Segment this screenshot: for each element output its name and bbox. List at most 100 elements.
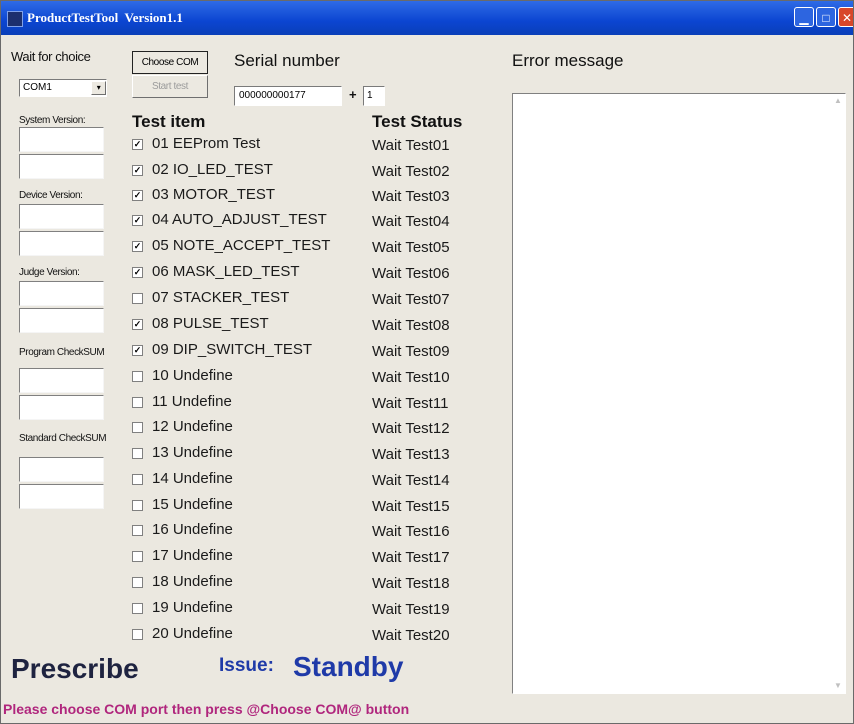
test-status: Wait Test13: [372, 446, 450, 463]
chevron-down-icon[interactable]: ▾: [91, 81, 106, 95]
program-checksum-label: Program CheckSUM: [19, 347, 105, 358]
test-name: 10 Undefine: [152, 367, 233, 384]
choose-com-button[interactable]: Choose COM: [132, 51, 208, 74]
device-version-field-2[interactable]: [19, 231, 104, 256]
standard-checksum-field-1[interactable]: [19, 457, 104, 482]
test-checkbox[interactable]: ✓: [132, 190, 143, 201]
scrollbar[interactable]: ▲ ▼: [833, 96, 843, 691]
system-version-field-2[interactable]: [19, 154, 104, 179]
test-row: 16 Undefine Wait Test16: [132, 521, 492, 543]
wait-for-choice-label: Wait for choice: [11, 49, 91, 64]
test-checkbox[interactable]: [132, 474, 143, 485]
test-row: ✓ 02 IO_LED_TEST Wait Test02: [132, 161, 492, 183]
test-checkbox[interactable]: [132, 371, 143, 382]
system-version-label: System Version:: [19, 115, 86, 126]
test-checkbox[interactable]: [132, 551, 143, 562]
test-name: 01 EEProm Test: [152, 135, 261, 152]
status-message: Please choose COM port then press @Choos…: [3, 701, 410, 717]
app-window: ProductTestTool Version1.1 ▁ □ ✕ Wait fo…: [0, 0, 854, 724]
title-bar[interactable]: ProductTestTool Version1.1 ▁ □ ✕: [1, 1, 853, 35]
test-name: 19 Undefine: [152, 599, 233, 616]
test-status: Wait Test19: [372, 601, 450, 618]
test-checkbox[interactable]: ✓: [132, 215, 143, 226]
test-checkbox[interactable]: ✓: [132, 319, 143, 330]
test-row: 10 Undefine Wait Test10: [132, 367, 492, 389]
plus-sign: +: [349, 87, 357, 102]
test-checkbox[interactable]: [132, 422, 143, 433]
test-checkbox[interactable]: ✓: [132, 165, 143, 176]
test-row: 15 Undefine Wait Test15: [132, 496, 492, 518]
test-status: Wait Test17: [372, 549, 450, 566]
test-checkbox[interactable]: [132, 629, 143, 640]
program-checksum-field-2[interactable]: [19, 395, 104, 420]
minimize-icon[interactable]: ▁: [794, 7, 814, 27]
com-port-select[interactable]: COM1 ▾: [19, 79, 107, 97]
test-status: Wait Test16: [372, 523, 450, 540]
test-name: 20 Undefine: [152, 625, 233, 642]
issue-label: Issue:: [219, 655, 274, 676]
serial-increment-input[interactable]: 1: [363, 86, 385, 106]
maximize-icon[interactable]: □: [816, 7, 836, 27]
test-status: Wait Test02: [372, 163, 450, 180]
program-checksum-field-1[interactable]: [19, 368, 104, 393]
test-checkbox[interactable]: [132, 525, 143, 536]
test-status: Wait Test08: [372, 317, 450, 334]
test-checkbox[interactable]: ✓: [132, 139, 143, 150]
app-icon: [7, 11, 23, 27]
test-checkbox[interactable]: ✓: [132, 345, 143, 356]
test-status: Wait Test06: [372, 265, 450, 282]
device-version-field-1[interactable]: [19, 204, 104, 229]
start-test-label: Start test: [151, 81, 188, 92]
test-row: 12 Undefine Wait Test12: [132, 418, 492, 440]
test-checkbox[interactable]: [132, 577, 143, 588]
test-checkbox[interactable]: ✓: [132, 267, 143, 278]
standard-checksum-field-2[interactable]: [19, 484, 104, 509]
test-status: Wait Test18: [372, 575, 450, 592]
test-checkbox[interactable]: [132, 603, 143, 614]
choose-com-label: Choose COM: [141, 57, 199, 68]
test-name: 03 MOTOR_TEST: [152, 186, 276, 203]
test-status: Wait Test14: [372, 472, 450, 489]
test-name: 18 Undefine: [152, 573, 233, 590]
device-version-label: Device Version:: [19, 190, 83, 201]
judge-version-field-1[interactable]: [19, 281, 104, 306]
test-row: 19 Undefine Wait Test19: [132, 599, 492, 621]
test-row: ✓ 04 AUTO_ADJUST_TEST Wait Test04: [132, 211, 492, 233]
serial-number-input[interactable]: 000000000177: [234, 86, 342, 106]
close-icon[interactable]: ✕: [838, 7, 853, 27]
test-status: Wait Test15: [372, 498, 450, 515]
test-checkbox[interactable]: [132, 448, 143, 459]
test-checkbox[interactable]: [132, 293, 143, 304]
test-checkbox[interactable]: [132, 397, 143, 408]
scroll-down-icon[interactable]: ▼: [833, 681, 843, 691]
prescribe-label: Prescribe: [11, 653, 139, 684]
test-name: 05 NOTE_ACCEPT_TEST: [152, 237, 331, 254]
test-name: 07 STACKER_TEST: [152, 289, 290, 306]
test-name: 14 Undefine: [152, 470, 233, 487]
test-row: ✓ 09 DIP_SWITCH_TEST Wait Test09: [132, 341, 492, 363]
test-status-header: Test Status: [372, 112, 463, 131]
test-status: Wait Test05: [372, 239, 450, 256]
test-row: ✓ 08 PULSE_TEST Wait Test08: [132, 315, 492, 337]
test-name: 17 Undefine: [152, 547, 233, 564]
test-row: 11 Undefine Wait Test11: [132, 393, 492, 415]
test-name: 09 DIP_SWITCH_TEST: [152, 341, 313, 358]
test-checkbox[interactable]: ✓: [132, 241, 143, 252]
judge-version-field-2[interactable]: [19, 308, 104, 333]
scroll-up-icon[interactable]: ▲: [833, 96, 843, 106]
serial-number-value: 000000000177: [239, 90, 306, 101]
test-status: Wait Test01: [372, 137, 450, 154]
test-name: 04 AUTO_ADJUST_TEST: [152, 211, 327, 228]
serial-increment-value: 1: [367, 90, 373, 101]
start-test-button[interactable]: Start test: [132, 75, 208, 98]
test-row: 07 STACKER_TEST Wait Test07: [132, 289, 492, 311]
system-version-field-1[interactable]: [19, 127, 104, 152]
test-status: Wait Test04: [372, 213, 450, 230]
standard-checksum-label: Standard CheckSUM: [19, 433, 107, 444]
window-title: ProductTestTool Version1.1: [27, 10, 183, 25]
test-status: Wait Test09: [372, 343, 450, 360]
test-row: 14 Undefine Wait Test14: [132, 470, 492, 492]
judge-version-label: Judge Version:: [19, 267, 80, 278]
error-message-box[interactable]: ▲ ▼: [512, 93, 846, 694]
test-checkbox[interactable]: [132, 500, 143, 511]
